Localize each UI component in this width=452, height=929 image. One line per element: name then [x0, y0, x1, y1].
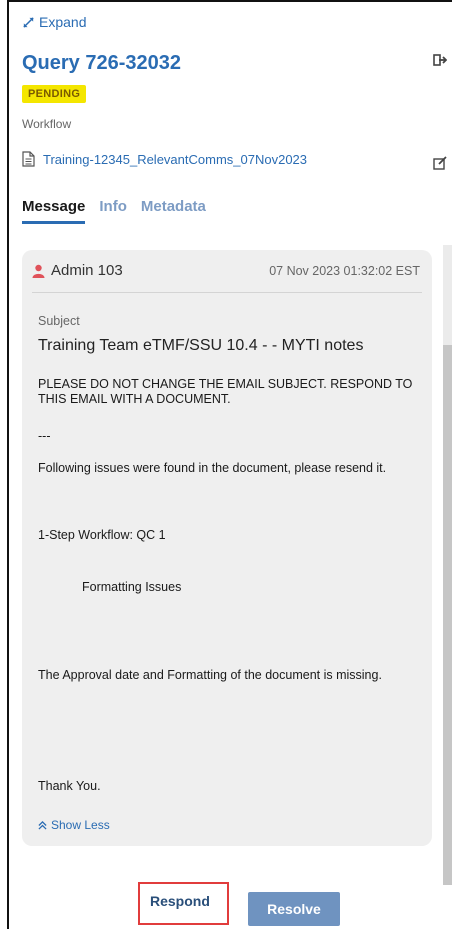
message-body-paragraph: 1-Step Workflow: QC 1 [38, 528, 166, 542]
respond-button[interactable]: Respond [150, 893, 210, 909]
document-link-label: Training-12345_RelevantComms_07Nov2023 [43, 151, 308, 167]
message-card: Admin 103 07 Nov 2023 01:32:02 EST Subje… [22, 250, 432, 846]
expand-label: Expand [39, 14, 87, 30]
query-title: Query 726-32032 [22, 52, 182, 74]
message-body-separator: --- [38, 429, 51, 443]
document-link[interactable]: Training-12345_RelevantComms_07Nov2023 [22, 151, 307, 167]
tab-message[interactable]: Message [22, 198, 86, 224]
expand-arrows-icon [23, 16, 34, 28]
user-icon [32, 264, 45, 278]
message-sender: Admin 103 [32, 262, 123, 279]
message-body-paragraph: Following issues were found in the docum… [38, 461, 387, 475]
message-body-paragraph: Formatting Issues [82, 580, 182, 594]
sender-name: Admin 103 [51, 262, 123, 279]
exit-icon[interactable] [433, 53, 447, 67]
scrollbar-thumb[interactable] [443, 345, 452, 885]
message-body-paragraph: The Approval date and Formatting of the … [38, 668, 382, 682]
subject-value: Training Team eTMF/SSU 10.4 - - MYTI not… [38, 337, 364, 354]
message-timestamp: 07 Nov 2023 01:32:02 EST [269, 264, 420, 278]
type-label: Workflow [22, 117, 72, 131]
message-header: Admin 103 07 Nov 2023 01:32:02 EST [32, 262, 422, 293]
resolve-button[interactable]: Resolve [248, 892, 340, 926]
message-body-paragraph: PLEASE DO NOT CHANGE THE EMAIL SUBJECT. … [38, 377, 413, 406]
tab-bar: Message Info Metadata [22, 198, 206, 224]
tab-metadata[interactable]: Metadata [141, 198, 206, 224]
show-less-link[interactable]: Show Less [38, 818, 110, 832]
message-body-paragraph: Thank You. [38, 779, 101, 793]
expand-link[interactable]: Expand [22, 14, 86, 30]
tab-info[interactable]: Info [99, 198, 127, 224]
status-badge: PENDING [22, 85, 87, 103]
show-less-label: Show Less [51, 818, 110, 832]
subject-label: Subject [38, 314, 80, 328]
double-chevron-up-icon [38, 820, 47, 830]
document-icon [22, 151, 35, 167]
edit-icon[interactable] [433, 156, 447, 170]
